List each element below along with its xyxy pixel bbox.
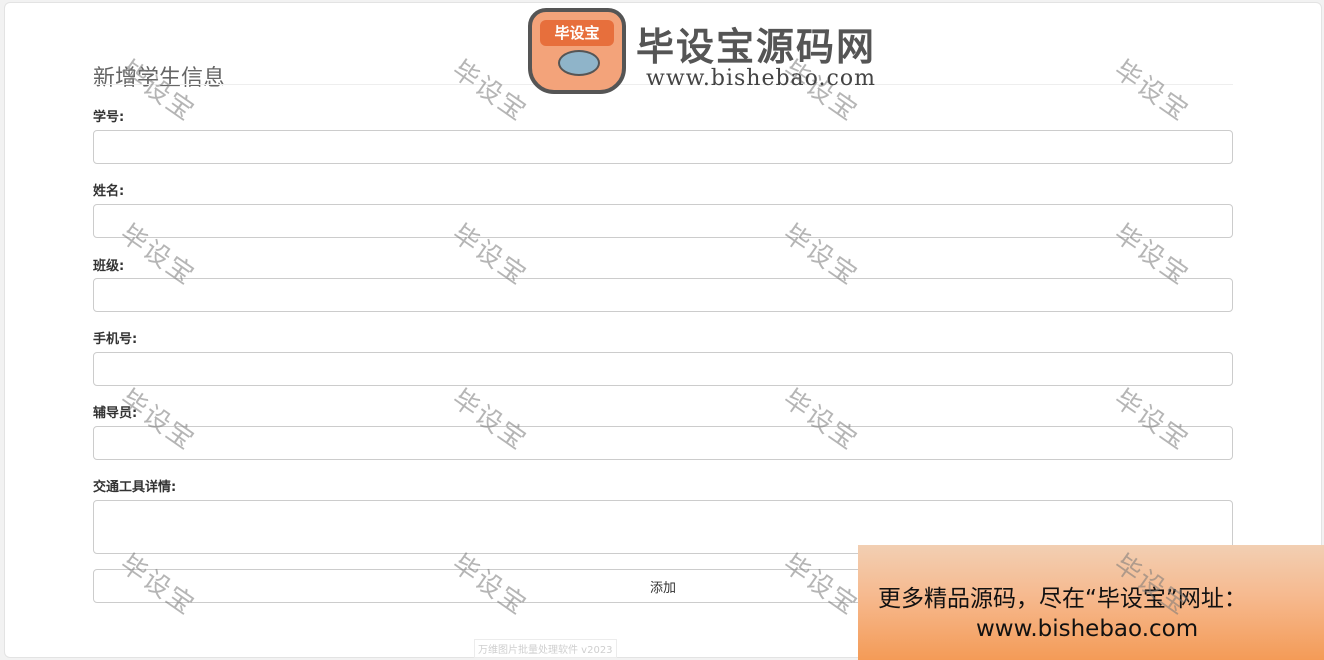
student-id-input[interactable]	[93, 130, 1233, 164]
counselor-input[interactable]	[93, 426, 1233, 460]
phone-input[interactable]	[93, 352, 1233, 386]
promo-text: 更多精品源码，尽在“毕设宝”网址：	[878, 586, 1247, 612]
phone-label: 手机号:	[93, 332, 138, 347]
footer-note: 万维图片批量处理软件 v2023	[474, 639, 617, 658]
class-input[interactable]	[93, 278, 1233, 312]
promo-banner: 更多精品源码，尽在“毕设宝”网址： www.bishebao.com	[858, 545, 1324, 660]
promo-url: www.bishebao.com	[976, 616, 1199, 642]
student-name-input[interactable]	[93, 204, 1233, 238]
page-title: 新增学生信息	[93, 66, 226, 91]
class-label: 班级:	[93, 259, 125, 274]
transport-details-label: 交通工具详情:	[93, 480, 177, 495]
student-name-label: 姓名:	[93, 184, 125, 199]
title-divider	[93, 84, 1233, 85]
student-id-label: 学号:	[93, 110, 125, 125]
counselor-label: 辅导员:	[93, 406, 138, 421]
